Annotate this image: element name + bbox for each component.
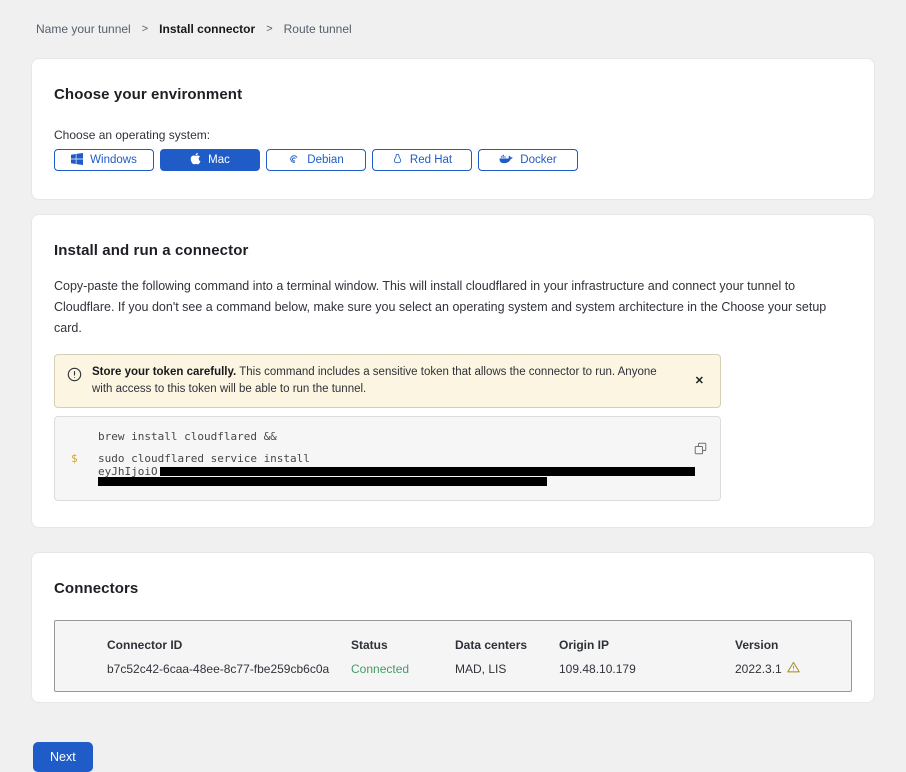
token-warning-alert: Store your token carefully. This command… xyxy=(54,354,721,408)
copy-icon[interactable] xyxy=(694,442,707,458)
status-cell: Connected xyxy=(351,662,455,676)
breadcrumb-step-install-connector[interactable]: Install connector xyxy=(159,22,255,36)
next-button[interactable]: Next xyxy=(33,742,93,772)
column-header-status: Status xyxy=(351,638,455,652)
column-header-data-centers: Data centers xyxy=(455,638,559,652)
breadcrumb-step-route-tunnel[interactable]: Route tunnel xyxy=(284,22,352,36)
os-button-label: Debian xyxy=(307,154,343,166)
environment-card-title: Choose your environment xyxy=(54,86,852,103)
data-centers-cell: MAD, LIS xyxy=(455,662,559,676)
os-button-redhat[interactable]: Red Hat xyxy=(372,149,472,171)
choose-environment-card: Choose your environment Choose an operat… xyxy=(31,58,875,200)
connectors-card-title: Connectors xyxy=(54,580,852,597)
tunnel-setup-page: Name your tunnel > Install connector > R… xyxy=(0,0,906,772)
windows-logo-icon xyxy=(71,153,83,168)
code-line-sudo: sudo cloudflared service install xyxy=(98,452,704,466)
alert-title: Store your token carefully. xyxy=(92,366,236,378)
install-connector-card: Install and run a connector Copy-paste t… xyxy=(31,214,875,528)
version-cell: 2022.3.1 xyxy=(735,661,841,676)
os-button-group: Windows Mac Debian Red Hat xyxy=(54,149,852,171)
breadcrumb-separator-icon: > xyxy=(142,23,148,35)
breadcrumb-step-name-your-tunnel[interactable]: Name your tunnel xyxy=(36,22,131,36)
os-button-label: Docker xyxy=(520,154,556,166)
close-icon[interactable]: ✕ xyxy=(689,374,710,389)
redacted-token-bar xyxy=(160,467,695,476)
connectors-table-header: Connector ID Status Data centers Origin … xyxy=(107,638,841,652)
os-button-label: Red Hat xyxy=(410,154,452,166)
os-select-label: Choose an operating system: xyxy=(54,128,852,142)
version-value: 2022.3.1 xyxy=(735,662,782,676)
connector-id-cell: b7c52c42-6caa-48ee-8c77-fbe259cb6c0a xyxy=(107,662,351,676)
connector-row: b7c52c42-6caa-48ee-8c77-fbe259cb6c0a Con… xyxy=(107,661,841,676)
os-button-debian[interactable]: Debian xyxy=(266,149,366,171)
code-line-token: eyJhIjoiO xyxy=(98,466,704,477)
os-button-docker[interactable]: Docker xyxy=(478,149,578,171)
redhat-logo-icon xyxy=(392,152,403,168)
shell-prompt: $ xyxy=(71,452,85,486)
breadcrumb-separator-icon: > xyxy=(266,23,272,35)
os-button-windows[interactable]: Windows xyxy=(54,149,154,171)
connectors-card: Connectors Connector ID Status Data cent… xyxy=(31,552,875,703)
code-line-brew: brew install cloudflared && xyxy=(98,430,704,444)
code-gutter xyxy=(71,430,85,444)
warning-triangle-icon xyxy=(787,661,800,676)
code-command: sudo cloudflared service install eyJhIjo… xyxy=(98,452,704,486)
os-button-label: Windows xyxy=(90,154,137,166)
apple-logo-icon xyxy=(190,152,201,168)
breadcrumb: Name your tunnel > Install connector > R… xyxy=(31,22,875,36)
install-card-title: Install and run a connector xyxy=(54,242,852,259)
redacted-token-bar xyxy=(98,477,547,486)
column-header-connector-id: Connector ID xyxy=(107,638,351,652)
token-visible-text: eyJhIjoiO xyxy=(98,466,158,477)
connectors-table: Connector ID Status Data centers Origin … xyxy=(54,620,852,692)
origin-ip-cell: 109.48.10.179 xyxy=(559,662,735,676)
alert-message: Store your token carefully. This command… xyxy=(92,364,679,398)
docker-logo-icon xyxy=(499,153,513,167)
os-button-label: Mac xyxy=(208,154,230,166)
info-icon xyxy=(67,367,82,388)
column-header-version: Version xyxy=(735,638,841,652)
os-button-mac[interactable]: Mac xyxy=(160,149,260,171)
install-card-description: Copy-paste the following command into a … xyxy=(54,276,852,339)
column-header-origin-ip: Origin IP xyxy=(559,638,735,652)
install-command-codeblock: brew install cloudflared && $ sudo cloud… xyxy=(54,416,721,501)
debian-logo-icon xyxy=(288,153,300,168)
